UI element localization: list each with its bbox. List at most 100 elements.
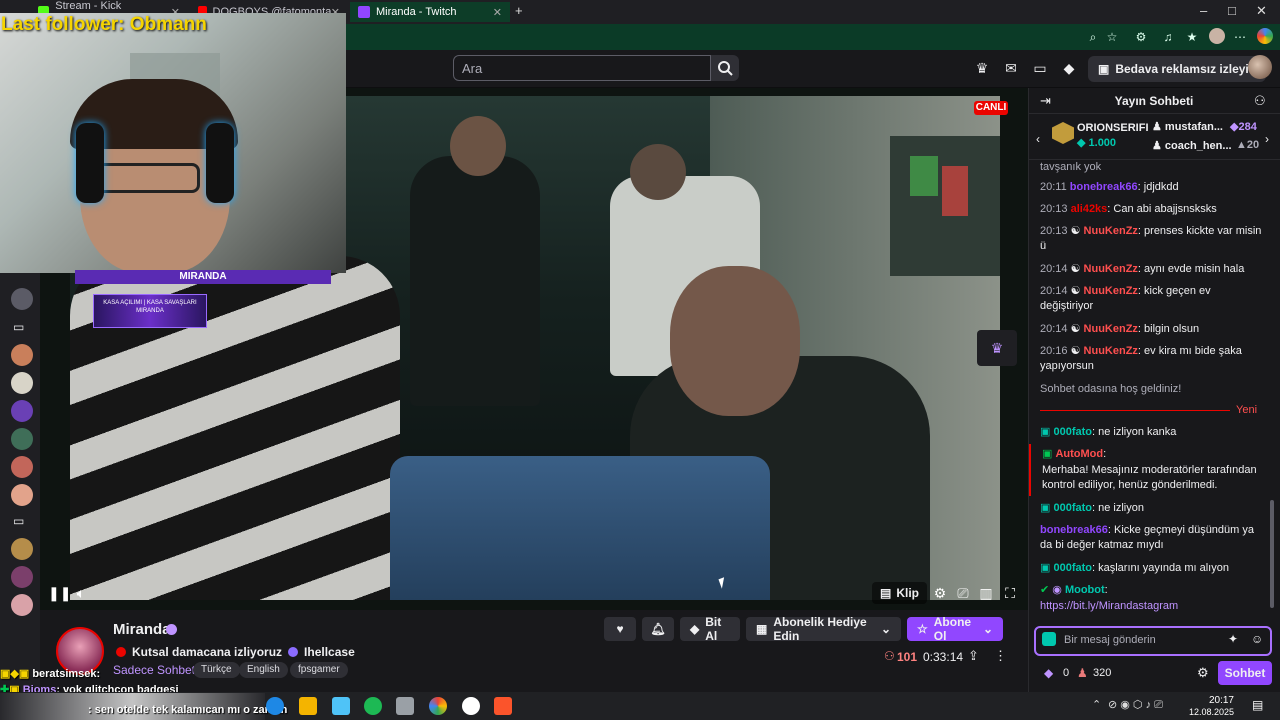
file-explorer-icon[interactable]: [299, 697, 317, 715]
chat-message: 20:14 ☯ NuuKenZz: bilgin olsun: [1040, 323, 1200, 335]
chat-send-button[interactable]: Sohbet: [1218, 661, 1272, 685]
viewer-icon: ⚇: [884, 649, 895, 663]
menu-icon[interactable]: ⋯: [1232, 29, 1248, 45]
clip-button[interactable]: ▤ Klip: [872, 582, 928, 604]
chevron-left-icon[interactable]: ‹: [1036, 132, 1040, 146]
badge-icon: ☯: [1070, 263, 1081, 275]
twitch-icon: [358, 6, 370, 18]
gift-sub-button[interactable]: ▦ Abonelik Hediye Edin ⌄: [746, 615, 901, 643]
viewer-count: 101: [897, 650, 918, 664]
chrome-icon[interactable]: [429, 697, 447, 715]
sidebar-channel-avatar[interactable]: [11, 400, 33, 422]
theatre-mode-icon[interactable]: ▥: [977, 584, 995, 602]
last-follower-text: Last follower: Obmann: [1, 14, 207, 35]
sidebar-channel-avatar[interactable]: [11, 372, 33, 394]
new-label: Yeni: [1236, 404, 1258, 416]
maximize-button[interactable]: □: [1228, 3, 1236, 18]
turbo-button[interactable]: ▣ Bedava reklamsız izleyin: [1088, 56, 1267, 82]
new-tab-button[interactable]: +: [515, 3, 523, 18]
minimize-button[interactable]: –: [1200, 3, 1207, 18]
chat-message: 20:13 ali42ks: Can abi abajjsnsksks: [1040, 203, 1217, 215]
bits-icon[interactable]: ◆: [1060, 59, 1078, 77]
notification-button[interactable]: 🔔︎: [642, 617, 674, 641]
chat-link[interactable]: https://bit.ly/Mirandastagram: [1040, 599, 1265, 614]
tag-english[interactable]: English: [239, 662, 288, 678]
more-options-icon[interactable]: ⋮: [994, 648, 1007, 664]
edge-browser-icon[interactable]: [266, 697, 284, 715]
sidebar-channel-avatar[interactable]: [11, 428, 33, 450]
zoom-icon[interactable]: ⌕: [1085, 29, 1101, 45]
spotify-icon[interactable]: [364, 697, 382, 715]
get-bits-button[interactable]: ◆ Bit Al: [680, 615, 740, 643]
search-input[interactable]: Ara: [453, 55, 711, 81]
stream-title: Kutsal damacana izliyoruz Ihellcase: [116, 645, 355, 659]
sidebar-channel-avatar[interactable]: [11, 344, 33, 366]
blue-typewriter: [390, 456, 770, 600]
stream-banner: MIRANDA: [75, 270, 331, 284]
tab-twitch-miranda[interactable]: Miranda - Twitch ✕: [350, 2, 510, 22]
settings-gear-icon[interactable]: ⚙: [931, 584, 949, 602]
pause-icon[interactable]: ❚❚: [48, 584, 71, 602]
leaderboard-user2: ♟ mustafan...: [1152, 121, 1223, 133]
close-icon[interactable]: ✕: [493, 6, 502, 19]
profile-avatar[interactable]: [1209, 28, 1225, 44]
copilot-icon[interactable]: [1257, 28, 1273, 44]
tray-chevron-icon[interactable]: ⌃: [1092, 698, 1101, 711]
app-icon[interactable]: [332, 697, 350, 715]
crown-icon[interactable]: ♛: [973, 59, 991, 77]
favorites-icon[interactable]: ★: [1184, 29, 1200, 45]
automod-indicator: [1029, 444, 1031, 496]
leaderboard-top-user: ORIONSERIFI: [1077, 122, 1149, 134]
chevron-down-icon: ⌄: [880, 622, 891, 636]
sidebar-channel-avatar[interactable]: [11, 456, 33, 478]
chat-message: ▣ 000fato: kaşlarını yayında mı alıyon: [1040, 562, 1229, 574]
person-standing: [410, 156, 540, 406]
obs-icon[interactable]: [462, 697, 480, 715]
extensions-icon[interactable]: ⚙: [1133, 29, 1149, 45]
chat-settings-icon[interactable]: ⚙: [1197, 665, 1209, 681]
tag-fpsgamer[interactable]: fpsgamer: [290, 662, 348, 678]
chat-scrollbar[interactable]: [1270, 500, 1274, 608]
bits-icon: ◆: [690, 622, 700, 636]
smile-icon[interactable]: ☺: [1251, 632, 1263, 646]
whispers-icon[interactable]: ▭: [1031, 59, 1049, 77]
subscribe-button[interactable]: ☆ Abone Ol ⌄: [907, 615, 1003, 643]
notification-center-icon[interactable]: ▤: [1252, 698, 1263, 712]
badge-icon: ▣: [1040, 562, 1051, 574]
sidebar-channel-avatar[interactable]: [11, 484, 33, 506]
chevron-right-icon[interactable]: ›: [1265, 132, 1269, 146]
brave-icon[interactable]: [494, 697, 512, 715]
fullscreen-icon[interactable]: ⛶: [1001, 584, 1019, 602]
stream-promo-banner: KASA AÇILIMI | KASA SAVAŞLARI MIRANDA: [93, 294, 207, 328]
emote-picker-icon[interactable]: ✦: [1228, 632, 1238, 646]
tag-turkish[interactable]: Türkçe: [193, 662, 240, 678]
chat-message-automod: ▣ AutoMod:: [1042, 448, 1107, 460]
bookmark-star-icon[interactable]: ☆: [1104, 29, 1120, 45]
cast-icon[interactable]: ⎚: [954, 584, 972, 602]
user-avatar[interactable]: [1248, 55, 1272, 79]
head: [450, 116, 506, 176]
chat-message: 20:14 ☯ NuuKenZz: aynı evde misin hala: [1040, 263, 1245, 275]
badge-icon: ▣: [1040, 426, 1051, 438]
sidebar-channel-avatar[interactable]: [11, 594, 33, 616]
badge-icon[interactable]: [1042, 632, 1056, 646]
sidebar-channel-avatar[interactable]: [11, 566, 33, 588]
media-icon[interactable]: ♫: [1160, 29, 1176, 45]
chat-message: ✔ ◉ Moobot:: [1040, 584, 1108, 596]
volume-icon[interactable]: 🔈︎: [72, 584, 90, 602]
window-close-button[interactable]: ✕: [1256, 3, 1267, 19]
sidebar-channel-avatar[interactable]: [11, 538, 33, 560]
sidebar-channel-avatar[interactable]: [11, 288, 33, 310]
crown-icon[interactable]: ♛: [977, 330, 1017, 366]
inbox-icon[interactable]: ✉: [1002, 59, 1020, 77]
search-button[interactable]: [711, 55, 739, 81]
community-icon[interactable]: ⚇: [1254, 93, 1266, 109]
channel-name[interactable]: Miranda: [113, 621, 171, 638]
calculator-icon[interactable]: [396, 697, 414, 715]
channel-points-icon[interactable]: ◆: [1044, 666, 1053, 680]
tray-icons[interactable]: ⊘ ◉ ⬡ ♪ ⎚: [1108, 698, 1163, 712]
share-icon[interactable]: ⇪: [968, 648, 979, 664]
follow-heart-button[interactable]: ♥: [604, 617, 636, 641]
badge-icon: ☯: [1070, 345, 1081, 357]
search-icon: [718, 61, 733, 76]
